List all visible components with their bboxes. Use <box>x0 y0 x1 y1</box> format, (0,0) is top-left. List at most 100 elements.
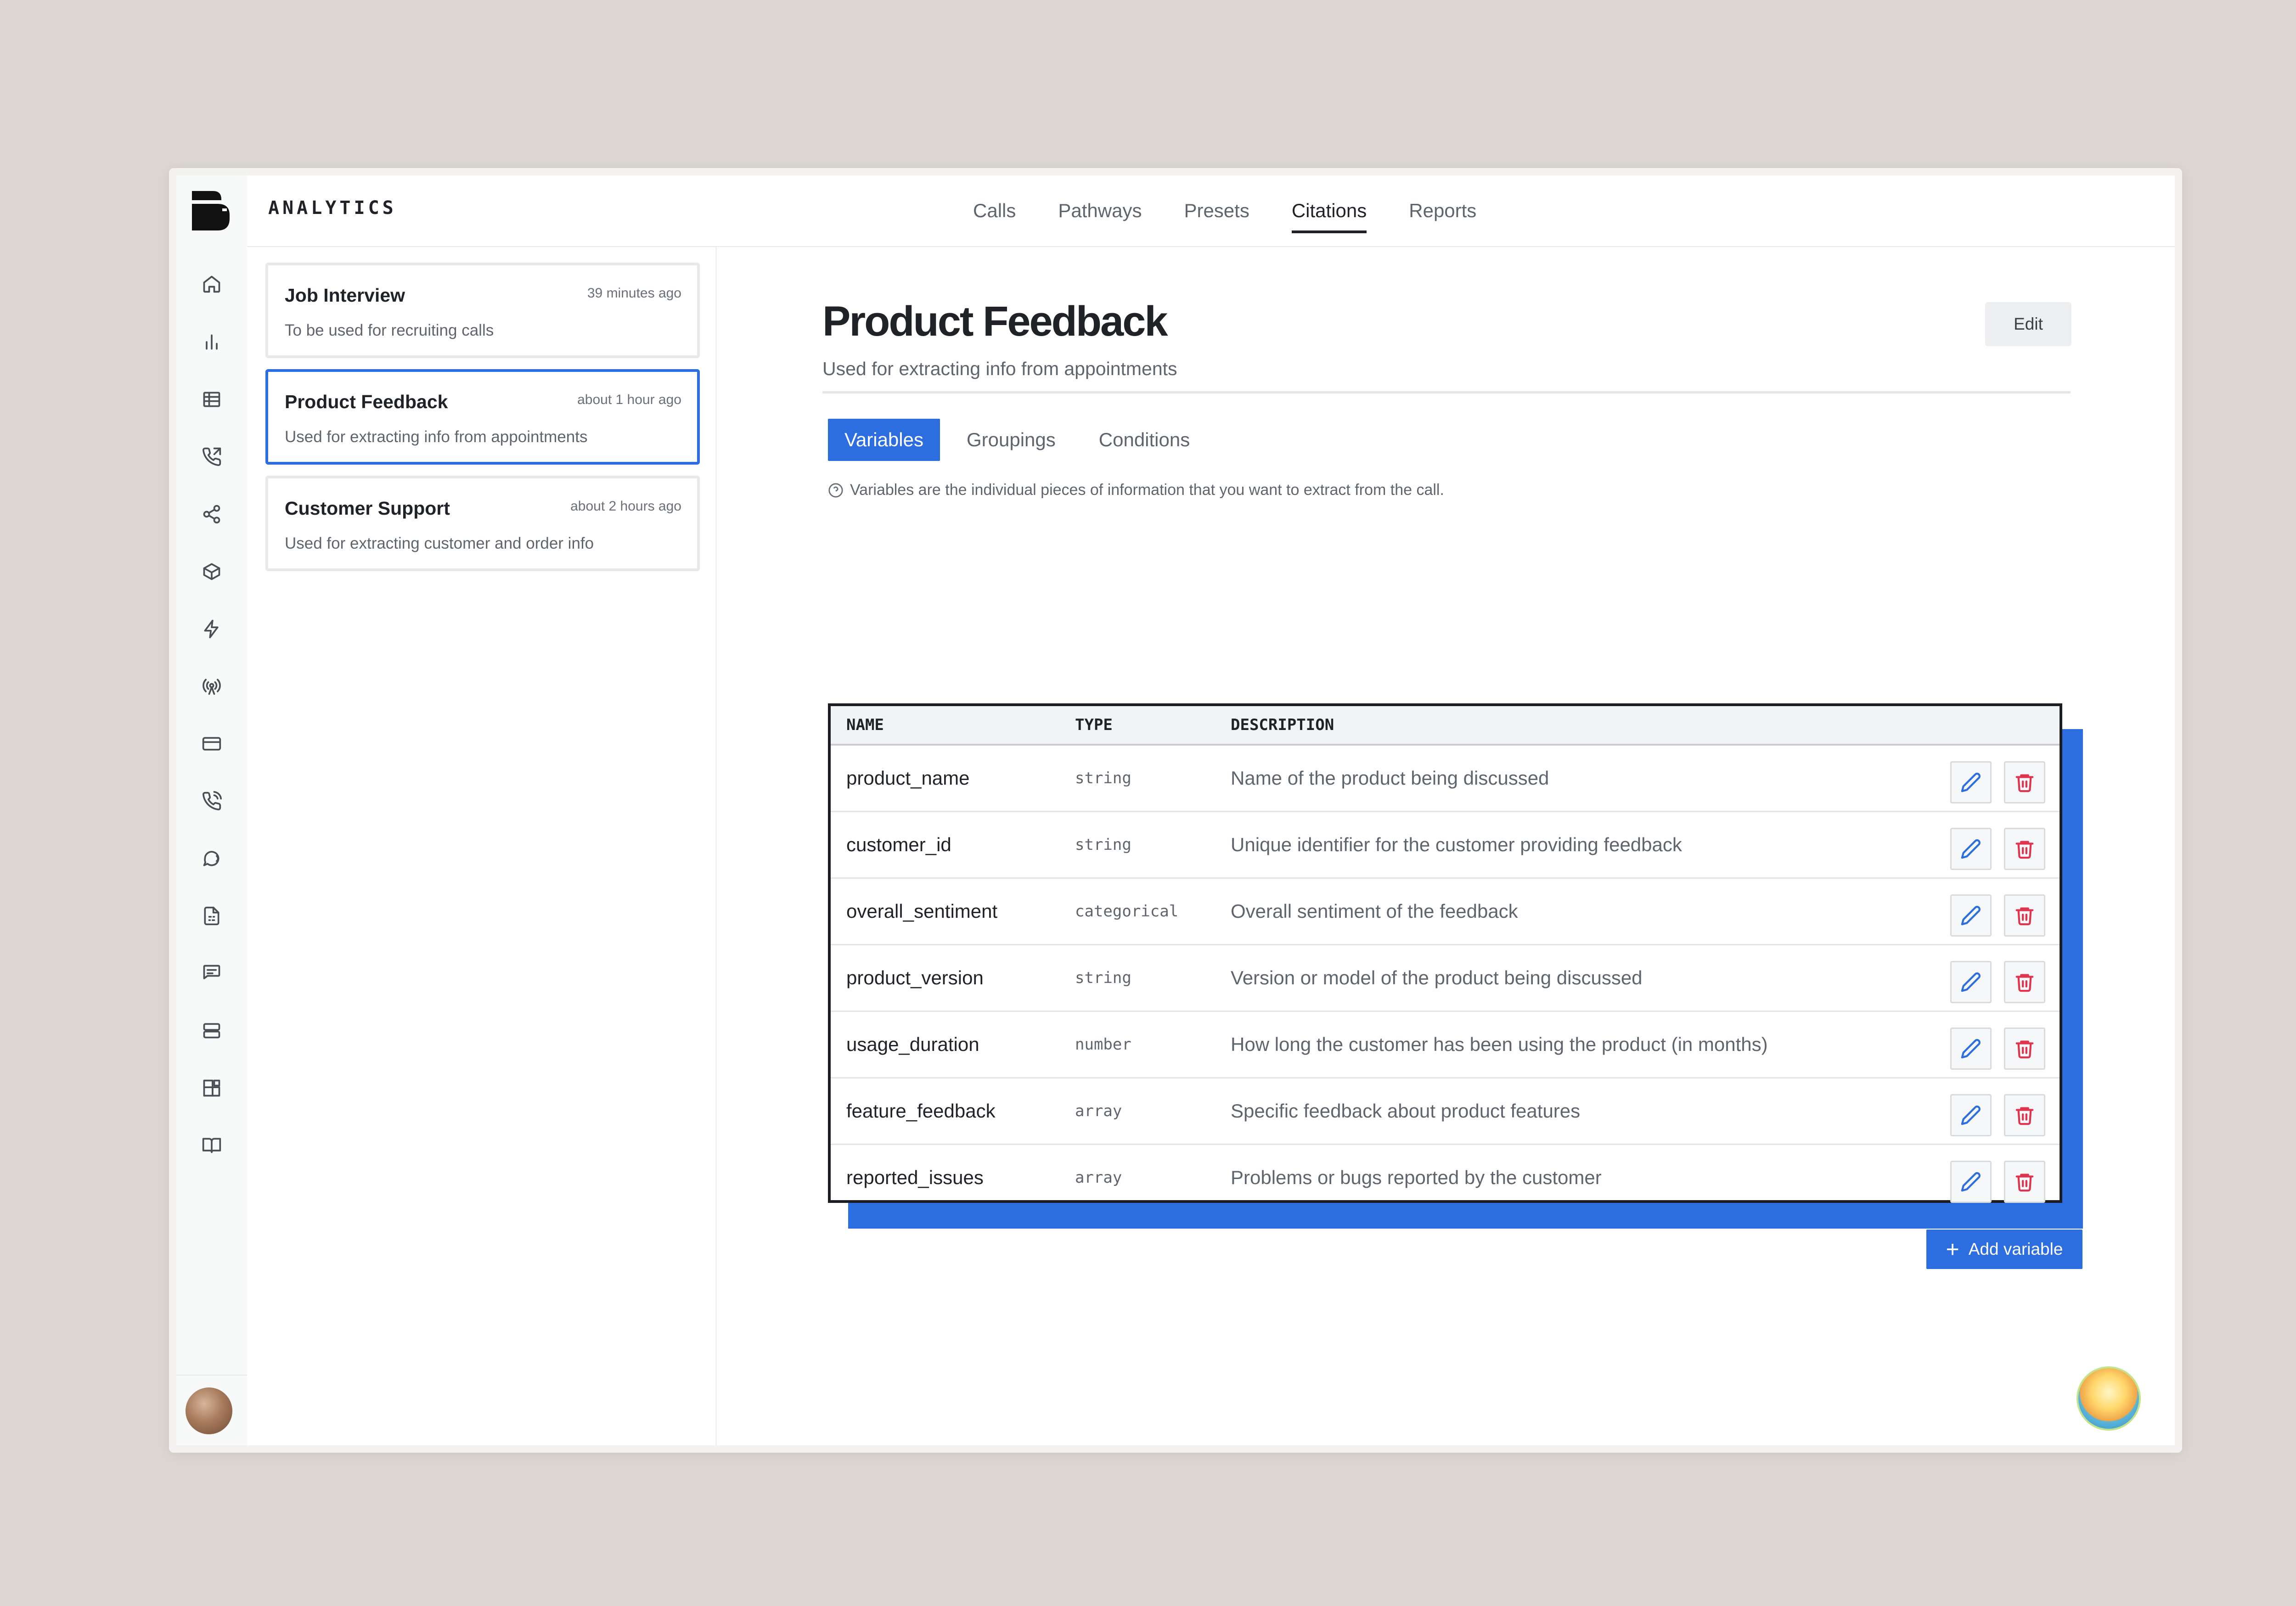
edit-variable-button[interactable] <box>1950 1161 1992 1203</box>
page-subtitle: Used for extracting info from appointmen… <box>822 358 1177 379</box>
preset-time: 39 minutes ago <box>587 286 681 301</box>
lightning-icon[interactable] <box>200 618 223 640</box>
pencil-icon <box>1961 1172 1981 1192</box>
col-description-header: DESCRIPTION <box>1231 716 1334 734</box>
table-row: product_name string Name of the product … <box>831 746 2060 812</box>
variable-name: product_version <box>846 967 984 988</box>
edit-variable-button[interactable] <box>1950 961 1992 1003</box>
add-variable-button[interactable]: + Add variable <box>1926 1230 2082 1269</box>
edit-variable-button[interactable] <box>1950 828 1992 870</box>
preset-card-product-feedback[interactable]: Product Feedback about 1 hour ago Used f… <box>265 369 700 465</box>
preset-card-job-interview[interactable]: Job Interview 39 minutes ago To be used … <box>265 263 700 358</box>
chat-bubble-icon[interactable] <box>200 847 223 870</box>
edit-variable-button[interactable] <box>1950 1028 1992 1070</box>
preset-card-customer-support[interactable]: Customer Support about 2 hours ago Used … <box>265 476 700 571</box>
variable-type: string <box>1075 969 1131 987</box>
phone-forward-icon[interactable] <box>200 445 223 468</box>
delete-variable-button[interactable] <box>2004 1161 2045 1203</box>
delete-variable-button[interactable] <box>2004 1028 2045 1070</box>
nav-citations[interactable]: Citations <box>1271 175 1388 246</box>
trash-icon <box>2015 1107 2034 1125</box>
file-scan-icon[interactable] <box>200 904 223 927</box>
table-row: customer_id string Unique identifier for… <box>831 812 2060 879</box>
variable-description: Version or model of the product being di… <box>1231 967 1643 988</box>
col-name-header: NAME <box>846 716 884 734</box>
preset-time: about 1 hour ago <box>577 392 681 407</box>
tab-variables[interactable]: Variables <box>828 419 940 461</box>
add-variable-label: Add variable <box>1968 1240 2063 1258</box>
tabs: Variables Groupings Conditions <box>828 419 1216 461</box>
table-header: NAME TYPE DESCRIPTION <box>831 706 2060 746</box>
server-icon[interactable] <box>200 1019 223 1042</box>
tab-groupings[interactable]: Groupings <box>950 419 1072 461</box>
broadcast-icon[interactable] <box>200 675 223 698</box>
nav-presets[interactable]: Presets <box>1163 175 1270 246</box>
table-row: product_version string Version or model … <box>831 945 2060 1012</box>
main-panel: Product Feedback Used for extracting inf… <box>717 247 2175 1445</box>
trash-icon <box>2015 1174 2034 1192</box>
table-row: reported_issues array Problems or bugs r… <box>831 1145 2060 1210</box>
pencil-icon <box>1961 1039 1981 1059</box>
nav-pathways[interactable]: Pathways <box>1037 175 1163 246</box>
book-open-icon[interactable] <box>200 1134 223 1157</box>
pencil-icon <box>1961 972 1981 992</box>
trash-icon <box>2015 907 2034 926</box>
edit-button[interactable]: Edit <box>1985 302 2071 346</box>
variable-type: array <box>1075 1168 1122 1187</box>
delete-variable-button[interactable] <box>2004 961 2045 1003</box>
help-circle-icon <box>828 483 843 498</box>
variable-name: customer_id <box>846 834 951 855</box>
trash-icon <box>2015 774 2034 792</box>
delete-variable-button[interactable] <box>2004 761 2045 803</box>
blocks-icon[interactable] <box>200 1077 223 1100</box>
preset-time: about 2 hours ago <box>570 499 681 514</box>
delete-variable-button[interactable] <box>2004 894 2045 937</box>
avatar[interactable] <box>186 1387 232 1434</box>
logo-icon[interactable] <box>192 191 230 230</box>
message-square-icon[interactable] <box>200 962 223 985</box>
nav-calls[interactable]: Calls <box>952 175 1037 246</box>
pencil-icon <box>1961 906 1981 926</box>
credit-card-icon[interactable] <box>200 732 223 755</box>
variable-description: How long the customer has been using the… <box>1231 1033 1768 1055</box>
variable-type: categorical <box>1075 902 1179 921</box>
variable-name: overall_sentiment <box>846 900 998 922</box>
phone-call-icon[interactable] <box>200 790 223 813</box>
variable-name: usage_duration <box>846 1033 979 1055</box>
hint-text: Variables are the individual pieces of i… <box>850 481 1444 499</box>
top-bar: ANALYTICS Calls Pathways Presets Citatio… <box>247 175 2175 247</box>
rail-footer <box>176 1375 247 1445</box>
page-title: Product Feedback <box>822 298 1168 345</box>
preset-title: Job Interview <box>285 285 405 306</box>
table-row: feature_feedback array Specific feedback… <box>831 1078 2060 1145</box>
variable-type: number <box>1075 1035 1131 1054</box>
trash-icon <box>2015 974 2034 992</box>
home-icon[interactable] <box>200 273 223 296</box>
preset-title: Product Feedback <box>285 391 448 412</box>
nav-reports[interactable]: Reports <box>1388 175 1497 246</box>
app-window: ANALYTICS Calls Pathways Presets Citatio… <box>169 168 2182 1453</box>
pencil-icon <box>1961 839 1981 859</box>
delete-variable-button[interactable] <box>2004 828 2045 870</box>
col-type-header: TYPE <box>1075 716 1113 734</box>
tab-conditions[interactable]: Conditions <box>1082 419 1206 461</box>
top-nav: Calls Pathways Presets Citations Reports <box>952 175 1497 246</box>
edit-variable-button[interactable] <box>1950 894 1992 937</box>
variable-type: string <box>1075 836 1131 854</box>
divider <box>822 391 2071 393</box>
edit-variable-button[interactable] <box>1950 761 1992 803</box>
preset-desc: To be used for recruiting calls <box>285 321 494 339</box>
island-badge-icon[interactable] <box>2077 1366 2141 1431</box>
bar-chart-icon[interactable] <box>200 331 223 354</box>
variables-table: NAME TYPE DESCRIPTION product_name strin… <box>828 703 2062 1203</box>
pencil-icon <box>1961 773 1981 792</box>
box-icon[interactable] <box>200 560 223 583</box>
trash-icon <box>2015 1040 2034 1059</box>
table-row: overall_sentiment categorical Overall se… <box>831 879 2060 945</box>
table-icon[interactable] <box>200 388 223 411</box>
delete-variable-button[interactable] <box>2004 1094 2045 1136</box>
variable-description: Unique identifier for the customer provi… <box>1231 834 1682 855</box>
share-icon[interactable] <box>200 503 223 526</box>
edit-variable-button[interactable] <box>1950 1094 1992 1136</box>
variable-description: Overall sentiment of the feedback <box>1231 900 1518 922</box>
